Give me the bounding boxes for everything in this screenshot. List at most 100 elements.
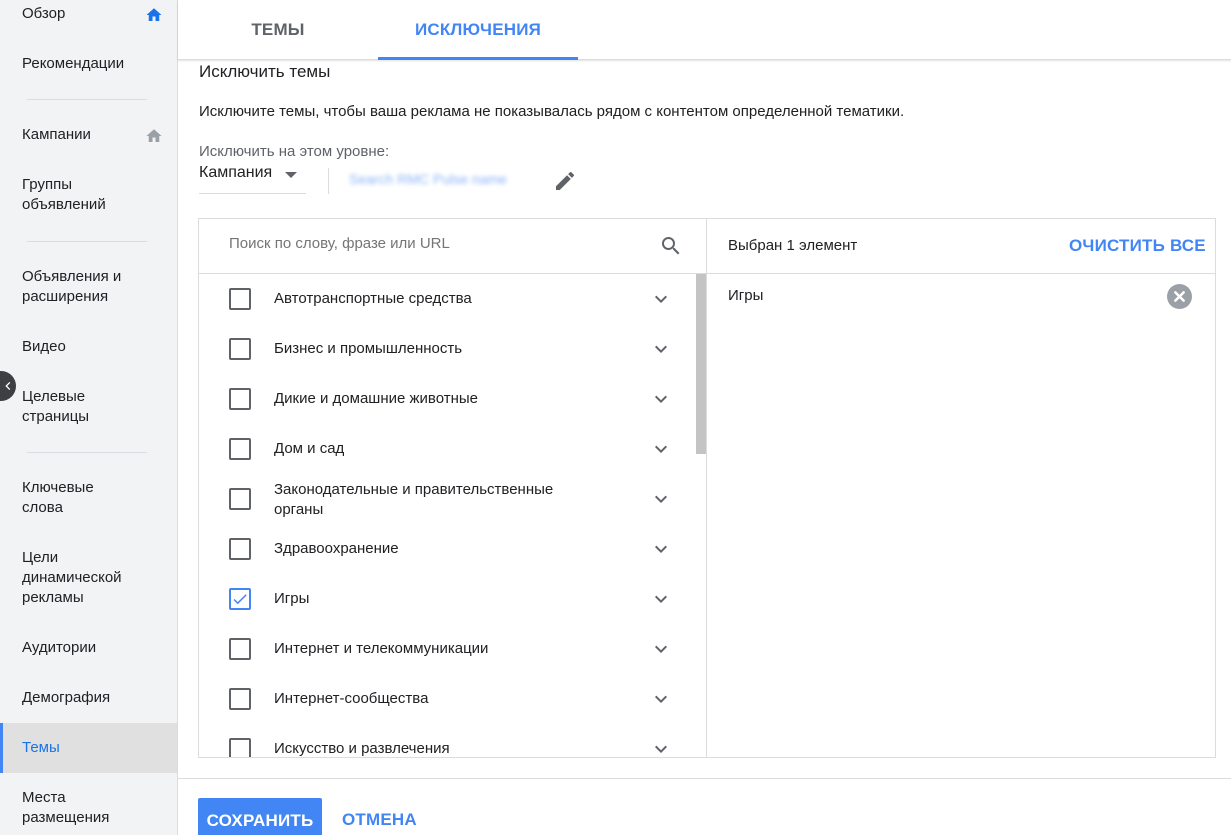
sidebar-item-topics[interactable]: Темы — [0, 723, 177, 773]
sidebar-item-label: Темы — [22, 739, 60, 756]
cancel-button[interactable]: ОТМЕНА — [342, 810, 417, 830]
checkbox[interactable] — [229, 288, 251, 310]
sidebar-item-video[interactable]: Видео — [0, 337, 177, 357]
sidebar-item-campaigns[interactable]: Кампании — [0, 125, 177, 145]
sidebar-divider — [27, 99, 147, 100]
sidebar-item-label: Видео — [22, 338, 66, 355]
checkmark-icon — [233, 594, 247, 605]
sidebar-item-dynamic-ad-targets[interactable]: Цели динамической рекламы — [0, 548, 140, 608]
sidebar-item-keywords[interactable]: Ключевые слова — [0, 478, 120, 518]
page-description: Исключите темы, чтобы ваша реклама не по… — [199, 103, 905, 120]
sidebar-item-label: Группы объявлений — [22, 176, 106, 213]
tab-topics[interactable]: ТЕМЫ — [198, 0, 358, 60]
selected-count: Выбран 1 элемент — [728, 237, 858, 254]
topic-label: Интернет-сообщества — [274, 690, 429, 707]
chevron-down-icon[interactable] — [649, 387, 673, 411]
selected-item: Игры — [728, 287, 764, 304]
sidebar-item-label: Аудитории — [22, 639, 97, 656]
chevron-down-icon[interactable] — [649, 287, 673, 311]
selected-header: Выбран 1 элемент ОЧИСТИТЬ ВСЕ — [707, 219, 1215, 274]
sidebar-item-landing-pages[interactable]: Целевые страницы — [0, 387, 120, 427]
sidebar-item-label: Целевые страницы — [22, 388, 90, 425]
sidebar-item-recommendations[interactable]: Рекомендации — [0, 54, 177, 74]
tab-bar: ТЕМЫ ИСКЛЮЧЕНИЯ — [178, 0, 1231, 60]
checkbox[interactable] — [229, 438, 251, 460]
chevron-down-icon[interactable] — [649, 687, 673, 711]
list-scrollbar[interactable] — [696, 274, 706, 454]
topic-label: Бизнес и промышленность — [274, 340, 463, 357]
checkbox[interactable] — [229, 538, 251, 560]
sidebar-item-overview[interactable]: Обзор — [0, 4, 177, 24]
topic-label: Автотранспортные средства — [274, 290, 472, 307]
chevron-down-icon[interactable] — [649, 637, 673, 661]
level-dropdown[interactable]: Кампания — [199, 164, 306, 194]
chevron-down-icon[interactable] — [649, 437, 673, 461]
sidebar-item-label: Объявления и расширения — [22, 268, 122, 305]
topic-label: Законодательные и правительственные орга… — [274, 481, 554, 518]
list-item[interactable]: Интернет и телекоммуникации — [199, 624, 689, 674]
sidebar-item-label: Кампании — [22, 126, 91, 143]
list-item[interactable]: Бизнес и промышленность — [199, 324, 689, 374]
sidebar-item-label: Цели динамической рекламы — [22, 549, 122, 606]
list-item[interactable]: Интернет-сообщества — [199, 674, 689, 724]
sidebar-item-label: Демография — [22, 689, 111, 706]
sidebar-item-demographics[interactable]: Демография — [0, 688, 177, 708]
topic-label: Интернет и телекоммуникации — [274, 640, 489, 657]
page-title: Исключить темы — [199, 62, 331, 81]
checkbox[interactable] — [229, 688, 251, 710]
home-icon — [146, 8, 162, 21]
list-item[interactable]: Дикие и домашние животные — [199, 374, 689, 424]
list-item[interactable]: Дом и сад — [199, 424, 689, 474]
chevron-down-icon[interactable] — [649, 737, 673, 757]
clear-all-button[interactable]: ОЧИСТИТЬ ВСЕ — [1069, 236, 1206, 256]
checkbox-checked[interactable] — [229, 588, 251, 610]
chevron-down-icon[interactable] — [649, 487, 673, 511]
sidebar-item-label: Места размещения — [22, 789, 110, 826]
list-item[interactable]: Автотранспортные средства — [199, 274, 689, 324]
chevron-down-icon[interactable] — [649, 537, 673, 561]
campaign-name: Search RMC Pulse name — [349, 171, 507, 187]
sidebar-item-audiences[interactable]: Аудитории — [0, 638, 177, 658]
pencil-icon[interactable] — [553, 169, 577, 193]
footer-divider — [178, 778, 1231, 779]
chevron-left-icon — [5, 382, 11, 390]
search-icon[interactable] — [659, 234, 683, 258]
list-item[interactable]: Искусство и развлечения — [199, 724, 689, 757]
sidebar-item-placements[interactable]: Места размещения — [0, 788, 120, 828]
topic-label: Здравоохранение — [274, 540, 399, 557]
list-item[interactable]: Игры — [199, 574, 689, 624]
topic-label: Дикие и домашние животные — [274, 390, 478, 407]
level-label: Исключить на этом уровне: — [199, 143, 390, 160]
active-tab-indicator — [378, 57, 578, 60]
sidebar-divider — [27, 452, 147, 453]
sidebar-item-ads-extensions[interactable]: Объявления и расширения — [0, 267, 150, 307]
checkbox[interactable] — [229, 638, 251, 660]
topic-label: Искусство и развлечения — [274, 740, 450, 757]
checkbox[interactable] — [229, 738, 251, 757]
topic-label: Дом и сад — [274, 440, 345, 457]
checkbox[interactable] — [229, 388, 251, 410]
level-dropdown-value: Кампания — [199, 164, 273, 181]
topic-label: Игры — [274, 590, 310, 607]
divider — [328, 168, 329, 194]
save-button[interactable]: СОХРАНИТЬ — [198, 798, 322, 835]
chevron-down-icon[interactable] — [649, 587, 673, 611]
search-bar — [199, 219, 706, 274]
list-item[interactable]: Здравоохранение — [199, 524, 689, 574]
sidebar-item-label: Ключевые слова — [22, 479, 94, 516]
sidebar: Обзор Рекомендации Кампании Группы объяв… — [0, 0, 178, 835]
panel-divider — [706, 218, 707, 758]
sidebar-divider — [27, 241, 147, 242]
caret-down-icon — [285, 172, 297, 178]
tab-exclusions[interactable]: ИСКЛЮЧЕНИЯ — [378, 0, 578, 60]
chevron-down-icon[interactable] — [649, 337, 673, 361]
sidebar-item-label: Обзор — [22, 5, 66, 22]
sidebar-item-ad-groups[interactable]: Группы объявлений — [0, 175, 140, 215]
topics-list: Автотранспортные средства Бизнес и промы… — [199, 274, 706, 757]
checkbox[interactable] — [229, 338, 251, 360]
checkbox[interactable] — [229, 488, 251, 510]
list-item[interactable]: Законодательные и правительственные орга… — [199, 474, 689, 524]
search-input[interactable] — [229, 235, 649, 252]
remove-circle-icon[interactable] — [1167, 284, 1192, 309]
tab-label: ИСКЛЮЧЕНИЯ — [414, 20, 542, 39]
